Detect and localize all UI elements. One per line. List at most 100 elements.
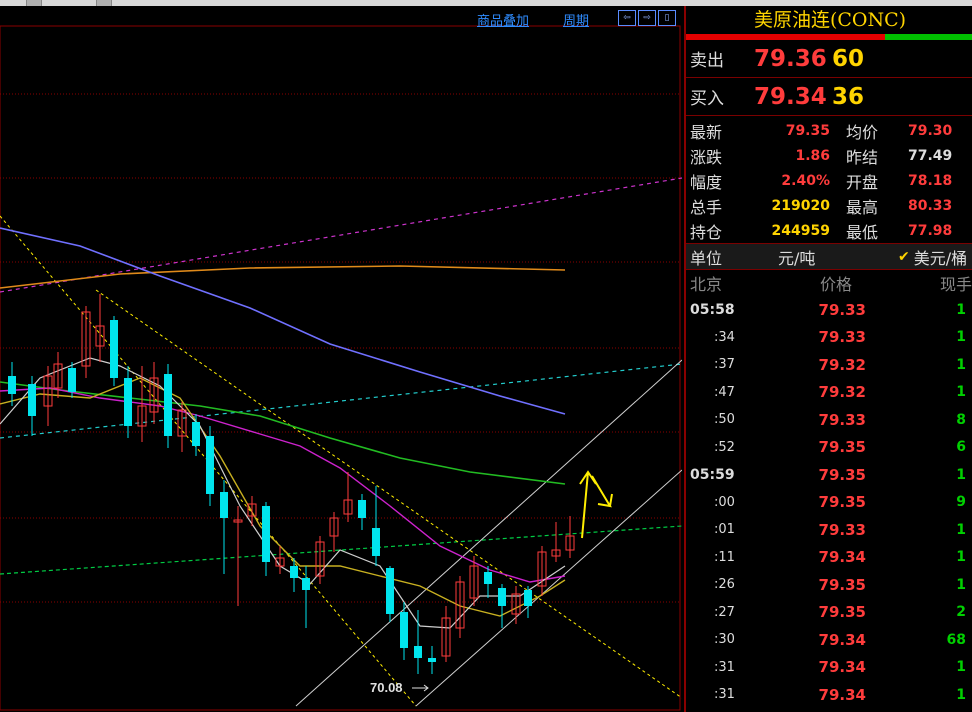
tick-price: 79.35 bbox=[818, 603, 866, 622]
arrow-down-annotation bbox=[591, 475, 613, 508]
quote-stat-row: 总手 219020 最高 80.33 bbox=[686, 193, 972, 218]
stat-value: 219020 bbox=[771, 197, 830, 214]
arrow-right-icon[interactable]: ⇨ bbox=[638, 10, 656, 26]
buy-label: 买入 bbox=[690, 89, 724, 109]
tick-qty: 1 bbox=[956, 686, 966, 703]
tick-time: :31 bbox=[714, 687, 735, 703]
tick-qty: 1 bbox=[956, 576, 966, 593]
table-row[interactable]: :30 79.34 68 bbox=[686, 626, 972, 654]
candle-body-down bbox=[28, 384, 36, 416]
buy-sell-ratio-bar bbox=[686, 34, 972, 40]
tick-qty: 1 bbox=[956, 384, 966, 401]
quote-stat-row: 最新 79.35 均价 79.30 bbox=[686, 118, 972, 143]
candle-body-down bbox=[220, 492, 228, 518]
overlay-button[interactable]: 商品叠加 bbox=[477, 10, 529, 29]
table-row[interactable]: :47 79.32 1 bbox=[686, 379, 972, 407]
table-row[interactable]: 05:58 79.33 1 bbox=[686, 296, 972, 324]
tick-table[interactable]: 05:58 79.33 1:34 79.33 1:37 79.32 1:47 79.32 1:5… bbox=[686, 296, 972, 709]
tick-qty: 8 bbox=[956, 411, 966, 428]
tick-price: 79.34 bbox=[818, 548, 866, 567]
quote-stat-row: 幅度 2.40% 开盘 78.18 bbox=[686, 168, 972, 193]
table-row[interactable]: :01 79.33 1 bbox=[686, 516, 972, 544]
period-button[interactable]: 周期 bbox=[563, 10, 589, 29]
tick-time: :34 bbox=[714, 329, 735, 345]
stat-value: 80.33 bbox=[908, 197, 953, 214]
stat-value: 79.35 bbox=[785, 122, 830, 139]
panel-toggle-icon[interactable]: ▯ bbox=[658, 10, 676, 26]
tick-price: 79.35 bbox=[818, 575, 866, 594]
stat-value: 79.30 bbox=[908, 122, 953, 139]
checkmark-icon[interactable]: ✔ bbox=[898, 249, 910, 265]
stat-label: 昨结 bbox=[846, 147, 879, 167]
candlestick-chart[interactable]: 70.08 商品叠加 周期 ⇦ ⇨ ▯ bbox=[0, 6, 682, 712]
stat-value: 77.49 bbox=[908, 147, 953, 164]
table-row[interactable]: :50 79.33 8 bbox=[686, 406, 972, 434]
stat-value: 1.86 bbox=[795, 147, 830, 164]
ma-white bbox=[0, 357, 566, 629]
quote-stats: 最新 79.35 均价 79.30 涨跌 1.86 昨结 77.49 幅度 2.40% 开盘 78.1… bbox=[686, 116, 972, 243]
chart-nav-buttons: ⇦ ⇨ ▯ bbox=[618, 10, 676, 26]
tick-price: 79.35 bbox=[818, 465, 866, 484]
table-row[interactable]: :52 79.35 6 bbox=[686, 434, 972, 462]
buy-volume: 36 bbox=[832, 83, 865, 110]
table-row[interactable]: :31 79.34 1 bbox=[686, 681, 972, 709]
arrow-left-icon[interactable]: ⇦ bbox=[618, 10, 636, 26]
table-row[interactable]: :00 79.35 9 bbox=[686, 489, 972, 517]
candle-body-down bbox=[302, 578, 310, 590]
tick-time: :52 bbox=[714, 439, 735, 455]
tick-qty: 1 bbox=[956, 356, 966, 373]
tick-qty: 1 bbox=[956, 301, 966, 318]
table-row[interactable]: :34 79.33 1 bbox=[686, 324, 972, 352]
tick-time: :11 bbox=[714, 549, 735, 565]
tick-price: 79.32 bbox=[818, 355, 866, 374]
candle-body-down bbox=[386, 568, 394, 614]
tick-qty: 1 bbox=[956, 549, 966, 566]
tick-price: 79.33 bbox=[818, 300, 866, 319]
candle-body-down bbox=[400, 612, 408, 648]
table-row[interactable]: :26 79.35 1 bbox=[686, 571, 972, 599]
stat-label: 均价 bbox=[846, 122, 879, 142]
tick-qty: 6 bbox=[956, 439, 966, 456]
quote-panel: 美原油连(CONC) 卖出 79.36 60 买入 79.34 36 最新 79.… bbox=[684, 6, 972, 712]
candle-body-down bbox=[164, 374, 172, 436]
tick-time: 05:59 bbox=[690, 466, 735, 483]
tick-time: :00 bbox=[714, 494, 735, 510]
unit-row: 单位 元/吨 ✔ 美元/桶 bbox=[686, 243, 972, 270]
unit-alt[interactable]: 美元/桶 bbox=[914, 245, 967, 269]
quote-stat-row: 涨跌 1.86 昨结 77.49 bbox=[686, 143, 972, 168]
tick-qty: 1 bbox=[956, 329, 966, 346]
sell-row: 卖出 79.36 60 bbox=[686, 40, 972, 78]
low-price-label: 70.08 bbox=[370, 680, 403, 695]
ma-magenta bbox=[0, 387, 566, 583]
candle-body-down bbox=[206, 436, 214, 494]
table-row[interactable]: :11 79.34 1 bbox=[686, 544, 972, 572]
sell-label: 卖出 bbox=[690, 51, 724, 71]
table-row[interactable]: :27 79.35 2 bbox=[686, 599, 972, 627]
tick-price: 79.33 bbox=[818, 328, 866, 347]
tick-time: 05:58 bbox=[690, 301, 735, 318]
tick-price: 79.35 bbox=[818, 438, 866, 457]
tick-time: :31 bbox=[714, 659, 735, 675]
ma-yellow bbox=[0, 377, 566, 617]
stat-label: 开盘 bbox=[846, 172, 879, 192]
stat-label: 最新 bbox=[690, 122, 723, 142]
sell-price: 79.36 bbox=[754, 45, 827, 72]
stat-label: 涨跌 bbox=[690, 147, 723, 167]
channel-line-white bbox=[295, 359, 682, 707]
tick-qty: 68 bbox=[946, 631, 966, 648]
table-row[interactable]: :37 79.32 1 bbox=[686, 351, 972, 379]
tick-time: :47 bbox=[714, 384, 735, 400]
table-row[interactable]: :31 79.34 1 bbox=[686, 654, 972, 682]
tick-qty: 1 bbox=[956, 466, 966, 483]
instrument-title: 美原油连(CONC) bbox=[753, 9, 907, 31]
trend-line-cyan bbox=[0, 363, 682, 439]
candle-body-down bbox=[110, 320, 118, 378]
stat-value: 78.18 bbox=[908, 172, 953, 189]
table-row[interactable]: 05:59 79.35 1 bbox=[686, 461, 972, 489]
tick-qty: 1 bbox=[956, 659, 966, 676]
stat-value: 244959 bbox=[771, 222, 830, 239]
candle-body-down bbox=[372, 528, 380, 556]
candle-body-down bbox=[428, 658, 436, 662]
tick-price: 79.34 bbox=[818, 658, 866, 677]
tick-price: 79.34 bbox=[818, 630, 866, 649]
